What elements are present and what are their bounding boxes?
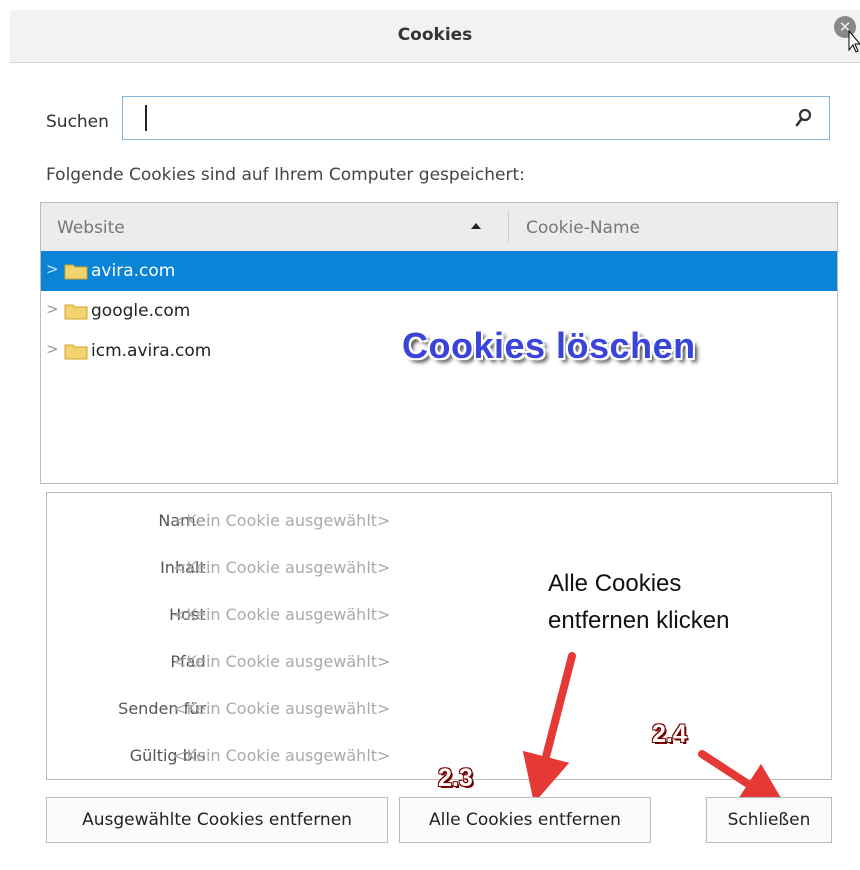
watermark-caption: Cookies löschen — [402, 325, 696, 366]
detail-value: <Kein Cookie ausgewählt> — [173, 605, 391, 624]
column-website[interactable]: Website — [57, 218, 125, 238]
detail-value: <Kein Cookie ausgewählt> — [173, 652, 391, 671]
dialog-titlebar: Cookies — [10, 10, 860, 63]
detail-row: Name: <Kein Cookie ausgewählt> — [47, 511, 833, 541]
folder-icon — [64, 344, 88, 360]
site-name: avira.com — [91, 261, 176, 281]
tree-header: Website Cookie-Name — [41, 203, 837, 252]
detail-value: <Kein Cookie ausgewählt> — [173, 558, 391, 577]
search-icon[interactable] — [795, 108, 813, 128]
close-button[interactable]: Schließen — [706, 797, 832, 843]
chevron-right-icon[interactable]: > — [46, 340, 59, 358]
detail-row: Pfad: <Kein Cookie ausgewählt> — [47, 652, 833, 682]
folder-icon — [64, 264, 88, 280]
step-badge-2-4: 2.4 — [652, 720, 687, 748]
step-badge-2-3: 2.3 — [438, 764, 473, 792]
cookies-hint: Folgende Cookies sind auf Ihrem Computer… — [46, 165, 525, 185]
tree-row[interactable]: > avira.com — [41, 251, 837, 291]
annotation-line: entfernen klicken — [548, 607, 730, 634]
column-cookie-name[interactable]: Cookie-Name — [526, 218, 640, 238]
site-name: google.com — [91, 301, 191, 321]
dialog-title: Cookies — [397, 25, 473, 45]
text-caret — [145, 105, 147, 131]
detail-value: <Kein Cookie ausgewählt> — [173, 699, 391, 718]
annotation-line: Alle Cookies — [548, 570, 682, 597]
chevron-right-icon[interactable]: > — [46, 260, 59, 278]
search-input[interactable] — [122, 96, 830, 140]
column-divider[interactable] — [508, 211, 509, 243]
detail-value: <Kein Cookie ausgewählt> — [173, 511, 391, 530]
chevron-right-icon[interactable]: > — [46, 300, 59, 318]
mouse-cursor-icon — [848, 30, 860, 53]
annotation-note: Alle Cookies entfernen klicken — [548, 565, 729, 639]
remove-selected-button[interactable]: Ausgewählte Cookies entfernen — [46, 797, 388, 843]
folder-icon — [64, 304, 88, 320]
detail-value: <Kein Cookie ausgewählt> — [173, 746, 391, 765]
sort-ascending-icon — [471, 223, 481, 229]
search-label: Suchen — [46, 112, 109, 132]
detail-row: Senden für: <Kein Cookie ausgewählt> — [47, 699, 833, 729]
remove-all-button[interactable]: Alle Cookies entfernen — [399, 797, 651, 843]
site-name: icm.avira.com — [91, 341, 212, 361]
